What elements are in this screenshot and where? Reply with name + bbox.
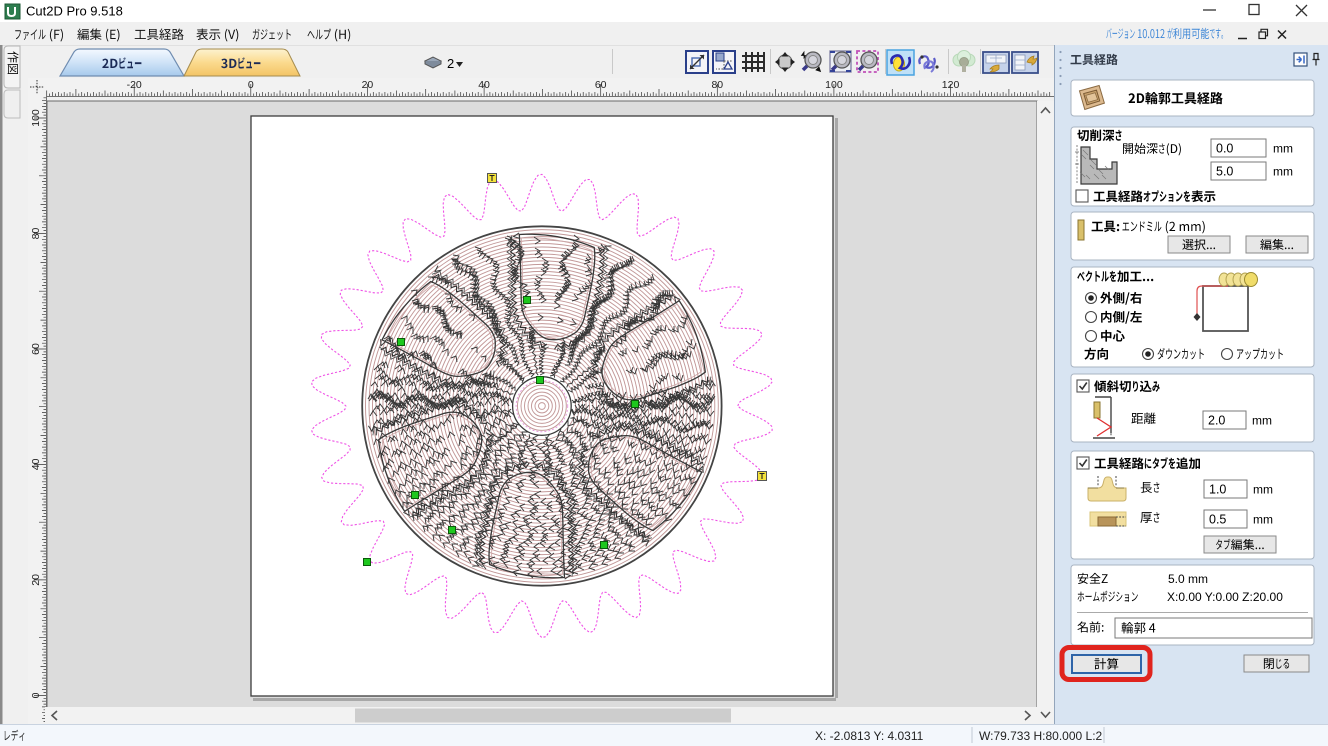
svg-text:W:79.733 H:80.000 L:2: W:79.733 H:80.000 L:2 (979, 729, 1103, 743)
svg-text:0.0: 0.0 (1216, 142, 1233, 156)
svg-text:1.0: 1.0 (1209, 483, 1226, 497)
svg-text:mm: mm (1273, 142, 1293, 156)
svg-text:60: 60 (595, 79, 607, 91)
svg-text:X:0.00 Y:0.00 Z:20.00: X:0.00 Y:0.00 Z:20.00 (1167, 590, 1283, 604)
svg-text:80: 80 (711, 79, 723, 91)
svg-text:80: 80 (30, 228, 42, 240)
svg-text:20: 20 (362, 79, 374, 91)
svg-text:5.0 mm: 5.0 mm (1168, 572, 1208, 586)
svg-text:mm: mm (1252, 414, 1272, 428)
svg-text:40: 40 (478, 79, 490, 91)
svg-text:0.5: 0.5 (1209, 513, 1226, 527)
svg-text:Cut2D Pro 9.518: Cut2D Pro 9.518 (26, 4, 123, 19)
svg-text:2.0: 2.0 (1208, 414, 1225, 428)
svg-text:100: 100 (30, 109, 42, 127)
svg-text:0: 0 (248, 79, 254, 91)
svg-text:0: 0 (30, 692, 42, 698)
svg-text:-20: -20 (127, 79, 142, 91)
svg-text:5.0: 5.0 (1216, 165, 1233, 179)
svg-text:mm: mm (1253, 513, 1273, 527)
svg-text:120: 120 (942, 79, 960, 91)
svg-text:60: 60 (30, 343, 42, 355)
svg-text:mm: mm (1253, 483, 1273, 497)
svg-text:X: -2.0813 Y: 4.0311: X: -2.0813 Y: 4.0311 (815, 729, 924, 743)
svg-text:mm: mm (1273, 165, 1293, 179)
svg-text:20: 20 (30, 574, 42, 586)
svg-text:2: 2 (447, 56, 454, 71)
svg-text:100: 100 (825, 79, 843, 91)
svg-text:40: 40 (30, 458, 42, 470)
